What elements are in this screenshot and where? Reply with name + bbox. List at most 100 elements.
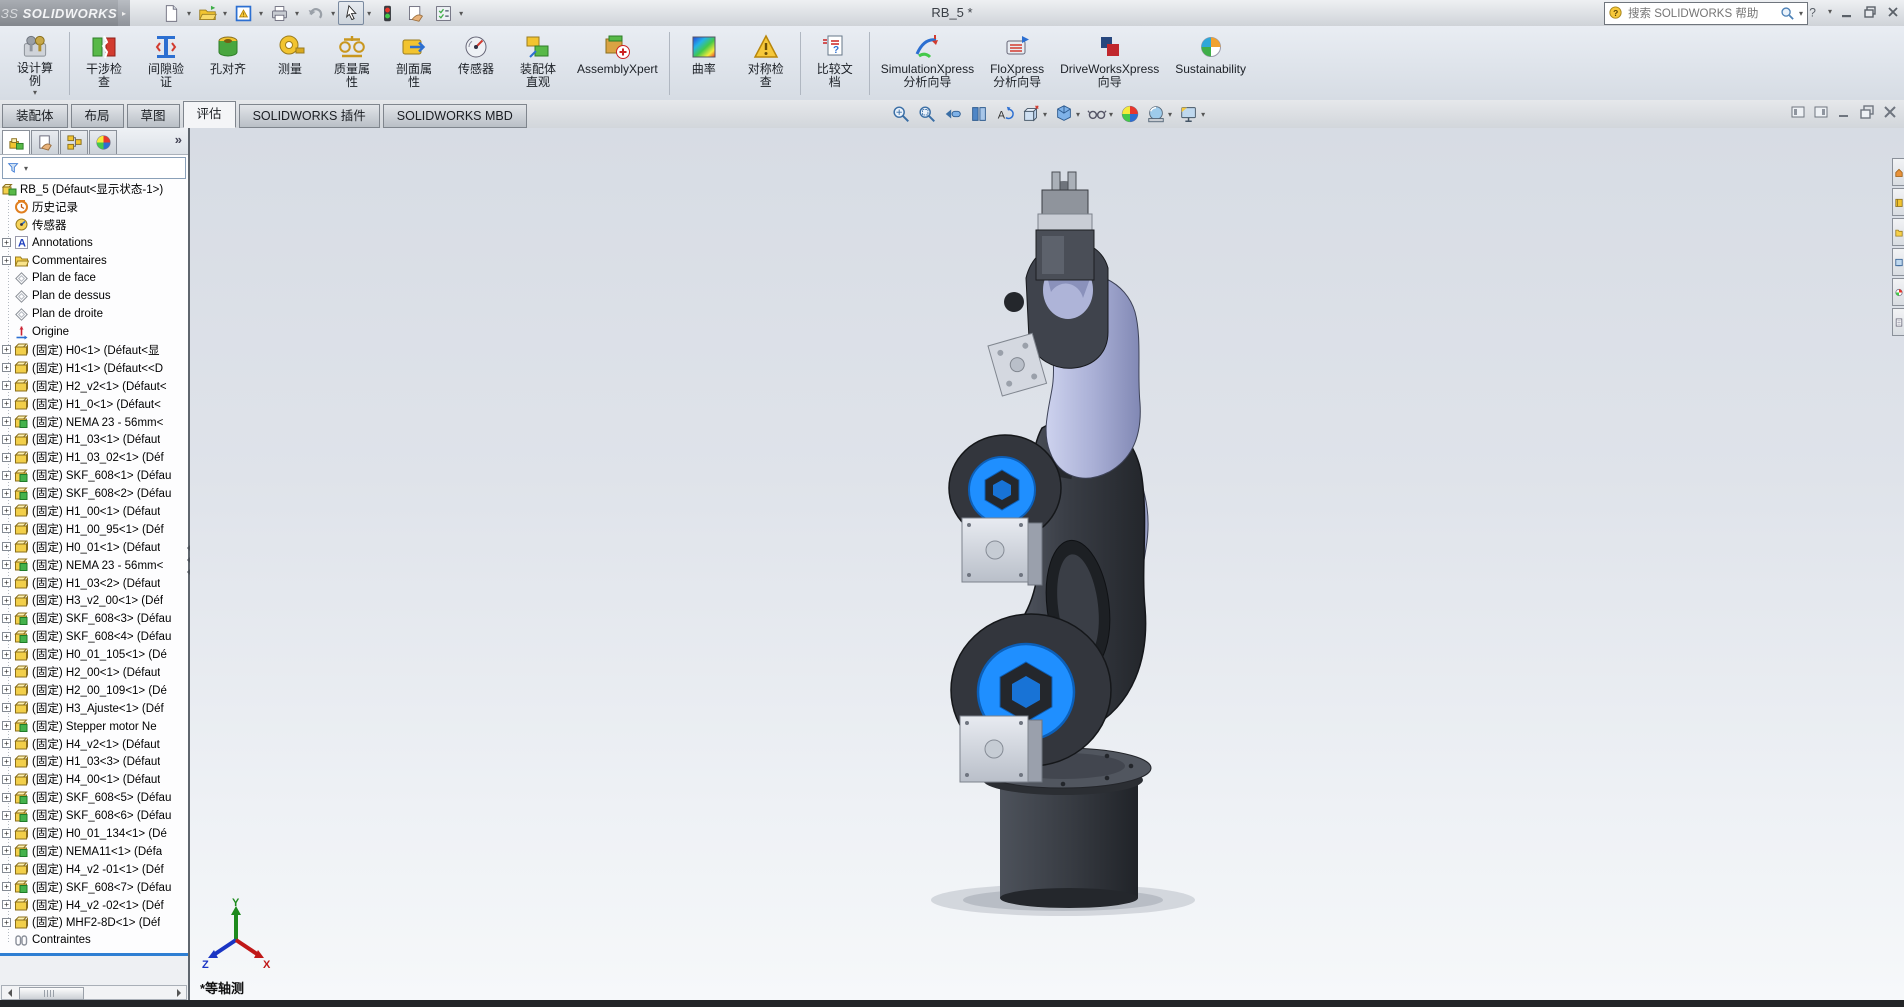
- undo-button[interactable]: [302, 1, 328, 25]
- view-settings-button[interactable]: ▾: [1178, 103, 1207, 125]
- scroll-left-arrow-icon[interactable]: [2, 986, 16, 999]
- tree-item[interactable]: Plan de dessus: [0, 287, 186, 305]
- save-dropdown-icon[interactable]: ▾: [258, 9, 264, 18]
- tree-item[interactable]: +(固定) H1_03<2> (Défaut: [0, 574, 186, 592]
- filter-dropdown-icon[interactable]: ▾: [23, 164, 29, 173]
- expand-plus-icon[interactable]: +: [2, 363, 11, 372]
- expand-plus-icon[interactable]: +: [2, 650, 11, 659]
- ribbon-curvature-button[interactable]: 曲率: [673, 28, 735, 99]
- expand-plus-icon[interactable]: +: [2, 703, 11, 712]
- tree-root-item[interactable]: RB_5 (Défaut<显示状态-1>): [0, 180, 186, 198]
- tree-item[interactable]: +(固定) SKF_608<5> (Défau: [0, 788, 186, 806]
- tree-item[interactable]: +(固定) H3_Ajuste<1> (Déf: [0, 699, 186, 717]
- ribbon-symmetry-check-button[interactable]: 对称检查: [735, 28, 797, 99]
- display-style-dropdown-icon[interactable]: ▾: [1075, 110, 1081, 119]
- zoom-to-fit-button[interactable]: [890, 103, 912, 125]
- tab-评估[interactable]: 评估: [183, 101, 236, 128]
- tree-item[interactable]: 历史记录: [0, 198, 186, 216]
- close-button[interactable]: [1883, 2, 1902, 21]
- ribbon-clearance-verify-button[interactable]: 间隙验证: [135, 28, 197, 99]
- tab-装配体[interactable]: 装配体: [2, 104, 68, 128]
- minimize-document-button[interactable]: [1836, 104, 1852, 123]
- tab-solidworks-mbd[interactable]: SOLIDWORKS MBD: [383, 104, 527, 128]
- tree-item[interactable]: +(固定) Stepper motor Ne: [0, 717, 186, 735]
- ribbon-hole-alignment-button[interactable]: 孔对齐: [197, 28, 259, 99]
- ribbon-sensor-button[interactable]: 传感器: [445, 28, 507, 99]
- featuremanager-tab[interactable]: [2, 130, 30, 154]
- logo-collapse-arrow-icon[interactable]: ▸: [118, 0, 130, 26]
- ribbon-design-study-dropdown-icon[interactable]: ▾: [32, 88, 38, 97]
- apply-scene-button[interactable]: ▾: [1145, 103, 1174, 125]
- expand-plus-icon[interactable]: +: [2, 345, 11, 354]
- expand-plus-icon[interactable]: +: [2, 632, 11, 641]
- tree-item[interactable]: +(固定) NEMA 23 - 56mm<: [0, 556, 186, 574]
- previous-view-button[interactable]: [942, 103, 964, 125]
- ribbon-assembly-visualization-button[interactable]: 装配体直观: [507, 28, 569, 99]
- options-button[interactable]: [430, 1, 456, 25]
- rebuild-button[interactable]: [374, 1, 400, 25]
- tree-item[interactable]: +(固定) H0_01_105<1> (Dé: [0, 645, 186, 663]
- view-orientation-button[interactable]: ▾: [1020, 103, 1049, 125]
- ribbon-measure-button[interactable]: 测量: [259, 28, 321, 99]
- expand-plus-icon[interactable]: +: [2, 775, 11, 784]
- manager-overflow-chevron[interactable]: »: [175, 132, 182, 147]
- tree-item[interactable]: Plan de droite: [0, 305, 186, 323]
- close-document-button[interactable]: [1882, 104, 1898, 123]
- options-dropdown-icon[interactable]: ▾: [458, 9, 464, 18]
- search-icon[interactable]: [1780, 6, 1795, 21]
- expand-plus-icon[interactable]: +: [2, 471, 11, 480]
- expand-plus-icon[interactable]: +: [2, 667, 11, 676]
- configurationmanager-tab[interactable]: [60, 130, 88, 154]
- ribbon-simulationxpress-button[interactable]: SimulationXpress分析向导: [873, 28, 982, 99]
- open-dropdown-icon[interactable]: ▾: [222, 9, 228, 18]
- ribbon-mass-properties-button[interactable]: 质量属性: [321, 28, 383, 99]
- select-dropdown-icon[interactable]: ▾: [366, 9, 372, 18]
- tree-item[interactable]: +(固定) H1_03_02<1> (Déf: [0, 448, 186, 466]
- tree-item[interactable]: Plan de face: [0, 269, 186, 287]
- view-orientation-dropdown-icon[interactable]: ▾: [1042, 110, 1048, 119]
- expand-plus-icon[interactable]: +: [2, 524, 11, 533]
- toggle-featuremanager-pane-button[interactable]: [1790, 104, 1806, 123]
- tree-item[interactable]: +(固定) H0<1> (Défaut<显: [0, 341, 186, 359]
- tree-item[interactable]: +(固定) H1<1> (Défaut<<D: [0, 359, 186, 377]
- tree-item[interactable]: +(固定) H0_01<1> (Défaut: [0, 538, 186, 556]
- tree-item[interactable]: +(固定) H1_03<3> (Défaut: [0, 753, 186, 771]
- expand-plus-icon[interactable]: +: [2, 435, 11, 444]
- expand-plus-icon[interactable]: +: [2, 453, 11, 462]
- view-settings-dropdown-icon[interactable]: ▾: [1200, 110, 1206, 119]
- tree-item[interactable]: 传感器: [0, 216, 186, 234]
- expand-plus-icon[interactable]: +: [2, 578, 11, 587]
- tree-filter[interactable]: ▾: [2, 157, 186, 179]
- taskpane-resources-tab[interactable]: [1892, 158, 1904, 186]
- graphics-viewport[interactable]: Y Z X *等轴测: [190, 128, 1904, 1000]
- propertymanager-tab[interactable]: [31, 130, 59, 154]
- ribbon-section-properties-button[interactable]: 剖面属性: [383, 28, 445, 99]
- file-properties-button[interactable]: [402, 1, 428, 25]
- hide-show-items-button[interactable]: ▾: [1086, 103, 1115, 125]
- taskpane-file-explorer-tab[interactable]: [1892, 218, 1904, 246]
- print-button[interactable]: [266, 1, 292, 25]
- displaymanager-tab[interactable]: [89, 130, 117, 154]
- taskpane-custom-properties-tab[interactable]: [1892, 308, 1904, 336]
- expand-plus-icon[interactable]: +: [2, 685, 11, 694]
- tree-item[interactable]: +(固定) H1_0<1> (Défaut<: [0, 395, 186, 413]
- tree-item[interactable]: +(固定) SKF_608<4> (Défau: [0, 627, 186, 645]
- expand-plus-icon[interactable]: +: [2, 256, 11, 265]
- robot-arm-model[interactable]: [190, 128, 1904, 1000]
- save-button[interactable]: !: [230, 1, 256, 25]
- tree-item[interactable]: +AAnnotations: [0, 234, 186, 252]
- expand-plus-icon[interactable]: +: [2, 900, 11, 909]
- minimize-button[interactable]: [1837, 2, 1856, 21]
- toggle-display-pane-button[interactable]: [1813, 104, 1829, 123]
- help-button[interactable]: ?: [1804, 2, 1823, 21]
- tree-item[interactable]: +(固定) SKF_608<3> (Défau: [0, 609, 186, 627]
- tab-布局[interactable]: 布局: [71, 104, 124, 128]
- help-dropdown-icon[interactable]: ▾: [1827, 7, 1833, 16]
- tree-item[interactable]: Origine: [0, 323, 186, 341]
- help-search-box[interactable]: ? ▾: [1604, 2, 1808, 25]
- restore-document-button[interactable]: [1859, 104, 1875, 123]
- rotate-view-button[interactable]: A: [994, 103, 1016, 125]
- tree-item[interactable]: +(固定) H3_v2_00<1> (Déf: [0, 591, 186, 609]
- expand-plus-icon[interactable]: +: [2, 542, 11, 551]
- tree-item[interactable]: +(固定) NEMA11<1> (Défa: [0, 842, 186, 860]
